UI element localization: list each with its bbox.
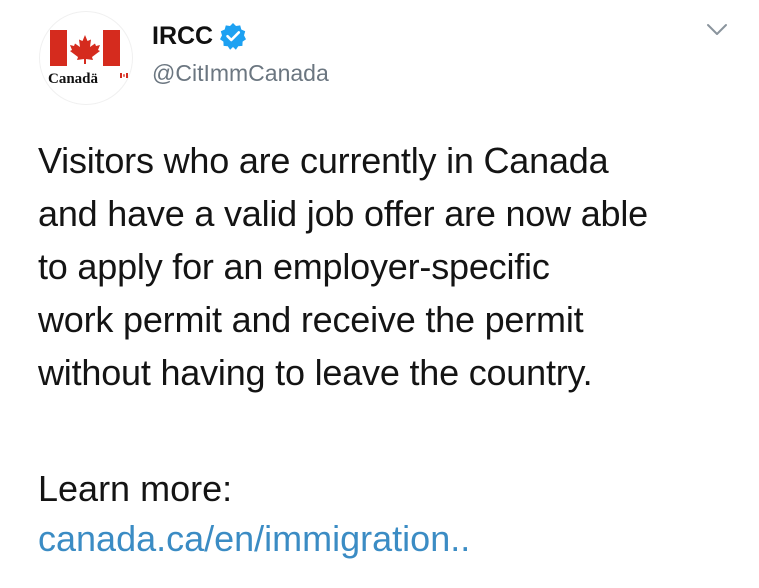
wordmark-flag-icon xyxy=(120,73,128,78)
tweet-text-line: to apply for an employer-specific xyxy=(38,246,550,287)
canada-flag-icon xyxy=(50,30,120,66)
display-name[interactable]: IRCC xyxy=(152,22,213,51)
verified-badge-icon xyxy=(220,23,247,50)
canada-wordmark: Canadä xyxy=(48,71,99,87)
tweet-text-line: Visitors who are currently in Canada xyxy=(38,140,609,181)
learn-more-label: Learn more: xyxy=(38,468,233,509)
tweet-card: Canadä IRCC @CitImmCanada Visitors who a… xyxy=(0,0,759,588)
tweet-text-line: work permit and receive the permit xyxy=(38,299,584,340)
author-handle[interactable]: @CitImmCanada xyxy=(152,60,329,87)
tweet-link[interactable]: canada.ca/en/immigration.. xyxy=(38,512,470,565)
tweet-text: Visitors who are currently in Canada and… xyxy=(38,134,753,399)
avatar[interactable]: Canadä xyxy=(40,12,132,104)
chevron-down-icon[interactable] xyxy=(705,22,729,38)
tweet-text-line: and have a valid job offer are now able xyxy=(38,193,648,234)
author-name-row: IRCC xyxy=(152,18,247,54)
tweet-text-line: without having to leave the country. xyxy=(38,352,593,393)
